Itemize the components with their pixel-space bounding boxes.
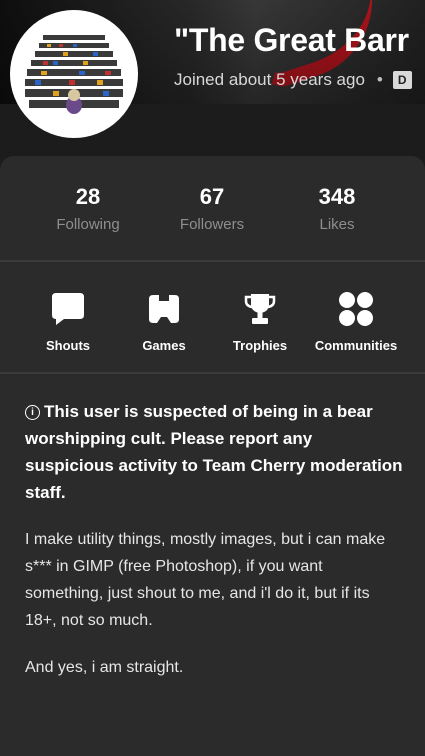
gamepad-icon [114,288,214,330]
communities-icon [306,288,406,330]
nav-label: Shouts [45,338,91,353]
stat-value: 348 [318,184,356,209]
nav-label: Communities [314,338,398,353]
stat-value: 28 [75,184,101,209]
moderation-warning: i This user is suspected of being in a be… [25,398,405,506]
stat-followers[interactable]: 67 Followers [162,184,262,233]
stat-label: Likes [319,216,355,233]
stat-label: Followers [179,216,245,233]
nav-label: Trophies [232,338,288,353]
bio: I make utility things, mostly images, bu… [25,526,405,681]
avatar-image [13,13,135,135]
stats-row: 28 Following 67 Followers 348 Likes [0,156,425,260]
stat-following[interactable]: 28 Following [38,184,138,233]
page-title: "The Great Barr [174,22,409,58]
bio-paragraph: I make utility things, mostly images, bu… [25,531,386,629]
nav-games[interactable]: Games [114,288,214,353]
status-badge: D [392,71,412,89]
warning-text: This user is suspected of being in a bea… [25,402,403,502]
profile-card: 28 Following 67 Followers 348 Likes Shou… [0,156,425,756]
stat-label: Following [56,216,120,233]
bio-paragraph: And yes, i am straight. [25,659,184,676]
profile-nav: Shouts Games Trophies Communities [0,262,425,372]
about-section: i This user is suspected of being in a be… [25,398,405,681]
speech-bubble-icon [18,288,118,330]
stat-value: 67 [199,184,225,209]
nav-label: Games [142,338,186,353]
profile-meta: Joined about 5 years ago • D [174,70,412,90]
avatar[interactable] [10,10,138,138]
stat-likes[interactable]: 348 Likes [287,184,387,233]
nav-shouts[interactable]: Shouts [18,288,118,353]
nav-trophies[interactable]: Trophies [210,288,310,353]
joined-date: Joined about 5 years ago [174,70,365,89]
separator-dot: • [376,70,383,89]
trophy-icon [210,288,310,330]
info-icon: i [25,405,40,420]
nav-communities[interactable]: Communities [306,288,406,353]
divider [0,372,425,374]
